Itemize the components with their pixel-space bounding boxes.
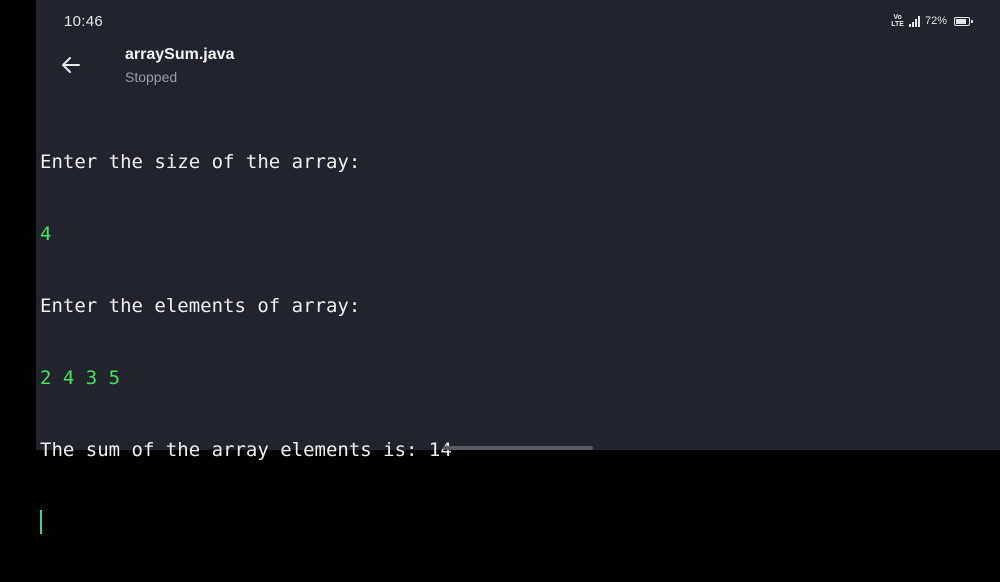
navigation-handle[interactable] [443, 446, 593, 450]
app-screen: 10:46 Vo LTE 72% arraySum.java Stopped E… [36, 0, 1000, 534]
battery-icon [954, 16, 973, 26]
status-indicators: Vo LTE 72% [891, 13, 973, 29]
file-title: arraySum.java [125, 46, 235, 63]
volte-label-top: Vo [893, 14, 902, 21]
status-bar: 10:46 Vo LTE 72% [36, 0, 1000, 40]
volte-label-bottom: LTE [891, 21, 904, 28]
toolbar: arraySum.java Stopped [36, 40, 1000, 96]
battery-percent: 72% [924, 15, 947, 27]
status-time: 10:46 [64, 13, 104, 30]
back-button[interactable] [54, 50, 88, 80]
console-input-line: 4 [40, 223, 52, 245]
console-input-line: 2 4 3 5 [40, 367, 121, 389]
run-status: Stopped [125, 69, 178, 85]
arrow-left-icon [62, 57, 80, 73]
console-output[interactable]: Enter the size of the array: 4 Enter the… [40, 102, 990, 582]
console-line: Enter the size of the array: [40, 151, 361, 173]
console-line: Enter the elements of array: [40, 295, 361, 317]
signal-strength-icon [908, 15, 920, 27]
volte-icon: Vo LTE [891, 14, 904, 28]
console-line: The sum of the array elements is: 14 [40, 439, 452, 461]
text-cursor[interactable] [40, 510, 42, 534]
